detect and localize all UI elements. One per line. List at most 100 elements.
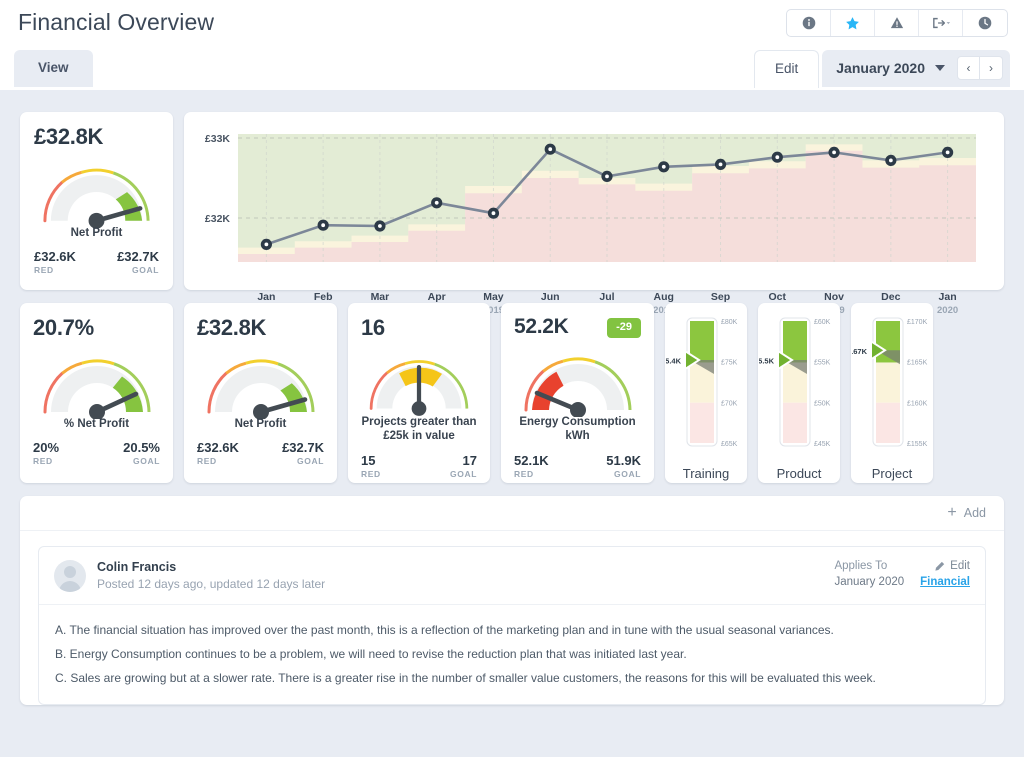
clock-icon[interactable] — [963, 10, 1007, 36]
bullet-axis-tick: £75K — [721, 360, 738, 367]
header-icon-group — [786, 9, 1008, 37]
kpi-card-energy-consumption[interactable]: -29 52.2K Energy Consumption kWh 52.1K R… — [501, 303, 654, 483]
gauge-svg — [206, 359, 314, 419]
financial-link[interactable]: Financial — [920, 576, 970, 588]
kpi-red-label: RED — [33, 456, 53, 467]
bullet-axis-tick: £170K — [907, 319, 928, 326]
bullet-svg: £55.5K £60K £55K £50K £45K — [750, 317, 831, 448]
chevron-down-icon[interactable] — [935, 65, 945, 71]
kpi-goal: £32.7K GOAL — [282, 440, 324, 466]
bullet-card-project[interactable]: £167K £170K £165K £160K £155K Project — [845, 303, 933, 483]
add-comment-button[interactable]: + Add — [947, 505, 986, 521]
x-axis-month: May — [483, 291, 504, 303]
bullet-marker-label: £55.5K — [759, 357, 775, 366]
bullet-axis-tick: £70K — [721, 400, 738, 407]
x-axis-month: Dec — [881, 291, 901, 303]
kpi-red: £32.6K RED — [34, 249, 76, 275]
warning-icon[interactable] — [875, 10, 919, 36]
bullet-axis-tick: £60K — [814, 319, 831, 326]
kpi-footer: 52.1K RED 51.9K GOAL — [514, 444, 641, 479]
comment-line: A. The financial situation has improved … — [55, 623, 834, 637]
period-selector[interactable]: January 2020 ‹ › — [822, 50, 1010, 87]
kpi-goal-value: 20.5% — [123, 440, 160, 456]
bullet-svg: £167K £170K £165K £160K £155K — [845, 317, 928, 448]
kpi-goal-value: £32.7K — [282, 440, 324, 456]
bullet-marker-label: £75.4K — [666, 357, 682, 366]
kpi-red-label: RED — [34, 265, 54, 276]
bullet-axis-tick: £55K — [814, 360, 831, 367]
kpi-value: £32.8K — [34, 124, 104, 149]
bullet-axis-tick: £45K — [814, 441, 831, 448]
x-axis-month: Oct — [768, 291, 787, 303]
kpi-goal-value: 17 — [462, 452, 477, 468]
gauge-chart — [361, 343, 477, 417]
kpi-red-value: 15 — [361, 452, 376, 468]
avatar — [54, 560, 86, 592]
export-icon[interactable] — [919, 10, 963, 36]
pencil-icon — [935, 561, 945, 571]
kpi-red: 20% RED — [33, 440, 59, 466]
kpi-goal: £32.7K GOAL — [117, 249, 159, 275]
kpi-card-net-profit-main[interactable]: £32.8K Net Profit £32.6K RED £32.7K GOAL — [20, 112, 173, 290]
edit-tab-button[interactable]: Edit — [754, 50, 820, 88]
gauge-title: % Net Profit — [63, 418, 130, 430]
bullet-card-training[interactable]: £75.4K £80K £75K £70K £65K Training — [657, 303, 747, 483]
svg-text:£33K: £33K — [205, 133, 231, 145]
tab-strip: View — [14, 50, 93, 87]
gauge-svg — [523, 357, 631, 417]
comment-line: B. Energy Consumption continues to be a … — [55, 647, 687, 661]
prev-period-button[interactable]: ‹ — [957, 56, 980, 80]
comment-meta: Colin Francis Posted 12 days ago, update… — [97, 560, 834, 591]
star-icon[interactable] — [831, 10, 875, 36]
x-axis-month: Jan — [257, 291, 276, 303]
gauge-svg — [369, 360, 469, 416]
comment-timestamp: Posted 12 days ago, updated 12 days late… — [97, 577, 326, 591]
info-icon[interactable] — [787, 10, 831, 36]
kpi-red-value: £32.6K — [34, 249, 76, 265]
period-label: January 2020 — [836, 60, 925, 76]
bullet-axis-tick: £160K — [907, 400, 928, 407]
kpi-value: 16 — [361, 315, 385, 340]
gauge-chart — [33, 343, 160, 419]
next-period-button[interactable]: › — [980, 56, 1003, 80]
bullet-chart: £55.5K £60K £55K £50K £45K — [750, 315, 839, 460]
dashboard-row-top: £32.8K Net Profit £32.6K RED £32.7K GOAL… — [20, 112, 1004, 316]
page-title: Financial Overview — [18, 9, 215, 35]
comments-toolbar: + Add — [20, 496, 1004, 531]
applies-to-label: Applies To — [834, 560, 888, 572]
edit-comment-button[interactable]: Edit — [920, 560, 970, 572]
kpi-value-row: -29 52.2K — [514, 315, 641, 339]
trend-line-chart: £33K £32K — [205, 133, 976, 262]
bullet-axis-tick: £80K — [721, 319, 738, 326]
kpi-card-projects[interactable]: 16 Projects greater than £25k in value 1… — [348, 303, 490, 483]
edit-label: Edit — [950, 560, 970, 572]
bullet-title: Product — [776, 466, 822, 481]
kpi-footer: £32.6K RED £32.7K GOAL — [34, 240, 159, 275]
kpi-goal-label: GOAL — [297, 456, 324, 467]
status-badge: -29 — [607, 318, 641, 338]
comment-item: Colin Francis Posted 12 days ago, update… — [38, 546, 986, 705]
comment-author: Colin Francis — [97, 560, 177, 574]
comment-header: Colin Francis Posted 12 days ago, update… — [39, 547, 985, 605]
x-axis-month: Apr — [427, 291, 446, 303]
period-nav: ‹ › — [957, 56, 1003, 80]
kpi-red-label: RED — [361, 468, 381, 479]
tab-view[interactable]: View — [14, 50, 93, 87]
dashboard-body: £32.8K Net Profit £32.6K RED £32.7K GOAL… — [0, 90, 1024, 757]
kpi-red-value: 20% — [33, 440, 60, 456]
bullet-axis-tick: £50K — [814, 400, 831, 407]
gauge-title: Projects greater than £25k in value — [361, 416, 477, 443]
kpi-footer: 15 RED 17 GOAL — [361, 444, 477, 479]
kpi-card-net-profit[interactable]: £32.8K Net Profit £32.6K RED £32.7K GOAL — [184, 303, 337, 483]
applies-to: Applies To January 2020 — [834, 560, 904, 588]
bullet-marker-label: £167K — [852, 347, 868, 356]
kpi-goal-value: £32.7K — [117, 249, 159, 265]
kpi-card-pct-net-profit[interactable]: 20.7% % Net Profit 20% RED 20.5% GOAL — [20, 303, 173, 483]
trend-chart-card[interactable]: £33K£32K Jan2019Feb2019Mar2019Apr2019May… — [184, 112, 1004, 316]
kpi-footer: £32.6K RED £32.7K GOAL — [197, 431, 324, 466]
svg-text:£32K: £32K — [205, 213, 231, 225]
gauge-svg — [42, 359, 150, 419]
kpi-footer: 20% RED 20.5% GOAL — [33, 431, 160, 466]
x-axis-month: Sep — [710, 291, 731, 303]
bullet-card-product[interactable]: £55.5K £60K £55K £50K £45K Product — [750, 303, 840, 483]
